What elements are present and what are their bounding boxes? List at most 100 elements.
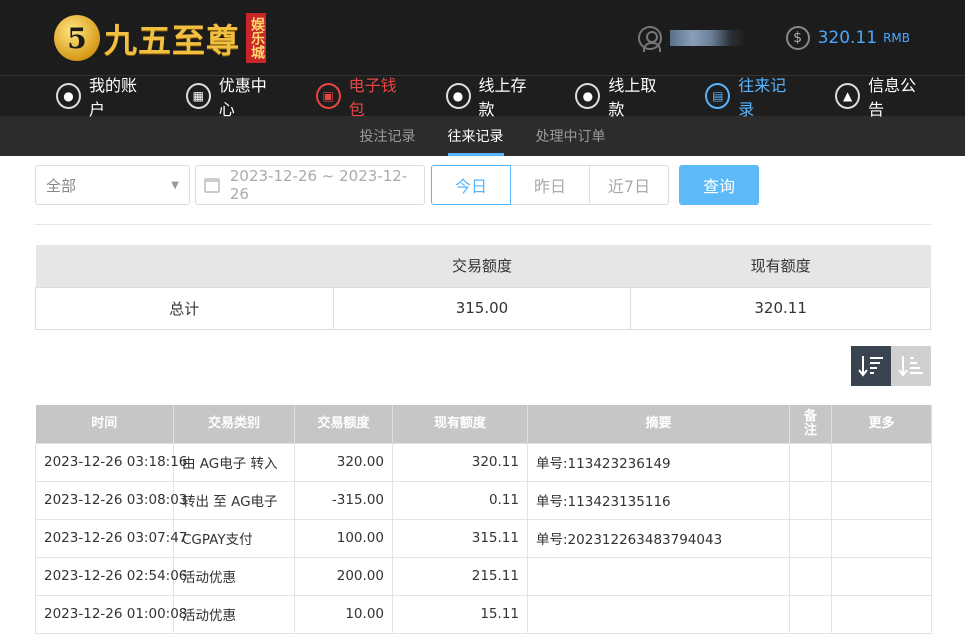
tab-pending-orders[interactable]: 处理中订单 [536, 116, 606, 156]
col-type: 交易类别 [173, 405, 295, 443]
cell-remark [789, 442, 832, 482]
cell-summary [527, 556, 790, 596]
cell-more[interactable] [831, 594, 932, 634]
cell-amount: 10.00 [294, 594, 393, 634]
quick-7days-button[interactable]: 近7日 [589, 165, 669, 205]
cell-time: 2023-12-26 03:08:03 [35, 480, 187, 520]
records-table: 时间 交易类别 交易额度 现有额度 摘要 备注 更多 2023-12-26 03… [35, 405, 932, 634]
col-time: 时间 [35, 405, 174, 443]
quick-yesterday-button[interactable]: 昨日 [510, 165, 590, 205]
sort-asc-button[interactable] [891, 346, 931, 386]
deposit-icon: ● [445, 83, 471, 109]
cell-type: 由 AG电子 转入 [173, 442, 295, 482]
balance-amount: 320.11 [817, 28, 878, 48]
table-row: 2023-12-26 03:18:16 由 AG电子 转入 320.00 320… [35, 442, 932, 482]
sort-asc-icon [898, 356, 923, 377]
date-range-value: 2023-12-26 ~ 2023-12-26 [229, 167, 408, 203]
type-select-value: 全部 [46, 176, 77, 195]
cell-more[interactable] [831, 556, 932, 596]
cell-more[interactable] [831, 442, 932, 482]
filter-bar: 全部 ▼ 2023-12-26 ~ 2023-12-26 今日 昨日 近7日 查… [35, 165, 759, 205]
table-row: 2023-12-26 03:07:47 CGPAY支付 100.00 315.1… [35, 518, 932, 558]
cell-type: 转出 至 AG电子 [173, 480, 295, 520]
cell-amount: 100.00 [294, 518, 393, 558]
cell-remark [789, 480, 832, 520]
nav-my-account[interactable]: ● 我的账户 [56, 72, 150, 120]
type-select[interactable]: 全部 ▼ [35, 165, 190, 205]
cell-time: 2023-12-26 01:00:08 [35, 594, 187, 634]
sort-desc-icon [858, 356, 883, 377]
summary-cell: 315.00 [332, 286, 632, 330]
col-amount: 交易额度 [294, 405, 393, 443]
cell-summary [527, 594, 790, 634]
cell-balance: 320.11 [392, 442, 528, 482]
cell-balance: 0.11 [392, 480, 528, 520]
col-summary: 摘要 [527, 405, 790, 443]
nav-records[interactable]: ▤ 往来记录 [705, 72, 799, 120]
quick-today-button[interactable]: 今日 [431, 165, 511, 205]
cell-summary: 单号:113423135116 [527, 480, 790, 520]
top-header: 5 九五至尊 娱乐城 $ 320.11 RMB [0, 0, 965, 75]
cell-balance: 215.11 [392, 556, 528, 596]
divider [35, 224, 931, 225]
col-remark: 备注 [789, 405, 832, 443]
nav-withdraw[interactable]: ● 线上取款 [575, 72, 669, 120]
summary-row: 总计 315.00 320.11 [35, 286, 931, 330]
cell-type: CGPAY支付 [173, 518, 295, 558]
nav-label: 往来记录 [738, 76, 787, 119]
username-redacted [669, 30, 746, 46]
table-row: 2023-12-26 01:00:08 活动优惠 10.00 15.11 [35, 594, 932, 634]
summary-cell: 320.11 [630, 286, 931, 330]
col-balance: 现有额度 [392, 405, 528, 443]
summary-header: 交易额度 [333, 245, 631, 287]
cell-type: 活动优惠 [173, 594, 295, 634]
col-more: 更多 [831, 405, 932, 443]
cell-summary: 单号:113423236149 [527, 442, 790, 482]
nav-label: 电子钱包 [348, 76, 397, 119]
nav-announcements[interactable]: ▲ 信息公告 [835, 72, 929, 120]
nav-promotions[interactable]: ▦ 优惠中心 [185, 72, 280, 120]
nav-label: 线上取款 [608, 76, 657, 119]
nav-label: 优惠中心 [218, 76, 267, 119]
cell-amount: 320.00 [294, 442, 393, 482]
cell-summary: 单号:202312263483794043 [527, 518, 790, 558]
summary-header [35, 245, 334, 287]
cell-more[interactable] [831, 518, 932, 558]
tab-bet-records[interactable]: 投注记录 [360, 116, 416, 156]
quick-date-group: 今日 昨日 近7日 [431, 165, 669, 205]
cell-time: 2023-12-26 03:18:16 [35, 442, 187, 482]
cell-more[interactable] [831, 480, 932, 520]
records-icon: ▤ [705, 83, 731, 109]
site-logo[interactable]: 5 九五至尊 娱乐城 [54, 12, 266, 64]
bell-icon: ▲ [835, 83, 861, 109]
sub-nav: 投注记录 往来记录 处理中订单 [0, 116, 965, 156]
user-icon [637, 26, 662, 52]
tab-transaction-records[interactable]: 往来记录 [447, 116, 504, 156]
cell-remark [789, 518, 832, 558]
main-nav: ● 我的账户 ▦ 优惠中心 ▣ 电子钱包 ● 线上存款 ● 线上取款 ▤ 往来记… [0, 75, 965, 119]
cell-type: 活动优惠 [173, 556, 295, 596]
nav-label: 我的账户 [88, 76, 137, 119]
gift-icon: ▦ [185, 83, 211, 109]
cell-time: 2023-12-26 03:07:47 [35, 518, 187, 558]
user-icon: ● [56, 83, 81, 109]
logo-text: 九五至尊 [104, 21, 240, 60]
cell-amount: -315.00 [294, 480, 393, 520]
date-range-input[interactable]: 2023-12-26 ~ 2023-12-26 [195, 165, 425, 205]
cell-amount: 200.00 [294, 556, 393, 596]
wallet-icon: ▣ [315, 83, 341, 109]
nav-label: 线上存款 [478, 76, 527, 119]
user-area: $ 320.11 RMB [637, 22, 910, 54]
sort-desc-button[interactable] [851, 346, 891, 386]
calendar-icon [204, 177, 220, 193]
logo-sub: 娱乐城 [246, 13, 266, 63]
summary-cell: 总计 [35, 286, 334, 330]
logo-mark: 5 [54, 15, 100, 61]
nav-deposit[interactable]: ● 线上存款 [445, 72, 540, 120]
cell-balance: 315.11 [392, 518, 528, 558]
search-button[interactable]: 查询 [679, 165, 759, 205]
sort-buttons [851, 346, 931, 386]
balance-currency: RMB [883, 31, 910, 45]
table-row: 2023-12-26 03:08:03 转出 至 AG电子 -315.00 0.… [35, 480, 932, 520]
nav-e-wallet[interactable]: ▣ 电子钱包 [315, 72, 410, 120]
